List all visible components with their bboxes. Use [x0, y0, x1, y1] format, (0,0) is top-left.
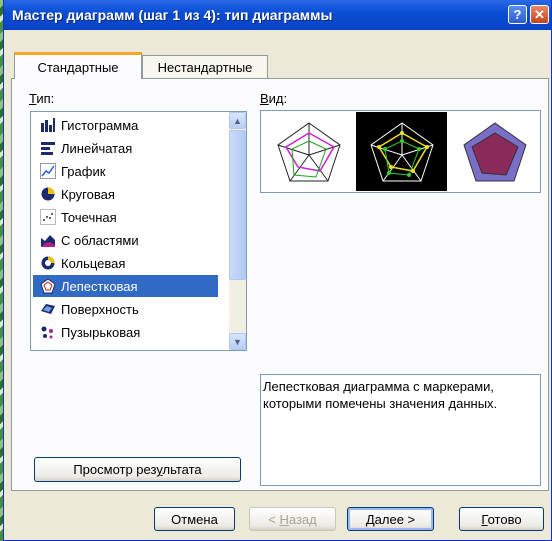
scroll-up-icon[interactable]: ▲: [229, 112, 246, 129]
list-item-label: Пузырьковая: [61, 324, 141, 340]
finish-button[interactable]: Готово: [459, 507, 544, 531]
window-title: Мастер диаграмм (шаг 1 из 4): тип диагра…: [12, 7, 333, 23]
tab-label: Стандартные: [37, 59, 119, 75]
type-label: Тип:: [29, 91, 55, 106]
list-item-label: График: [61, 163, 106, 179]
list-item[interactable]: Гистограмма: [33, 114, 218, 136]
cancel-button-label: Отмена: [171, 511, 218, 527]
list-item-label: Линейчатая: [61, 140, 133, 156]
list-item-label: Круговая: [61, 186, 115, 202]
back-button-label: < Назад: [268, 511, 317, 527]
radar-chart-icon: [39, 278, 57, 294]
doughnut-chart-icon: [39, 255, 57, 271]
radar-markers-icon: [369, 121, 434, 181]
list-item[interactable]: График: [33, 160, 218, 182]
list-item-selected[interactable]: Лепестковая: [33, 275, 218, 297]
finish-button-label: Готово: [481, 511, 522, 527]
title-bar[interactable]: Мастер диаграмм (шаг 1 из 4): тип диагра…: [4, 0, 551, 30]
next-button[interactable]: Далее >: [347, 507, 434, 531]
next-button-label: Далее >: [365, 511, 416, 527]
close-icon[interactable]: ✕: [530, 5, 549, 24]
list-scrollbar[interactable]: ▲ ▼: [229, 112, 246, 350]
view-label: Вид:: [260, 91, 288, 106]
list-item-label: Точечная: [61, 209, 117, 225]
chart-description: Лепестковая диаграмма с маркерами, котор…: [260, 374, 541, 486]
list-item[interactable]: Линейчатая: [33, 137, 218, 159]
list-item[interactable]: Точечная: [33, 206, 218, 228]
tab-label: Нестандартные: [157, 60, 253, 75]
pie-chart-icon: [39, 186, 57, 202]
list-item[interactable]: Поверхность: [33, 298, 218, 320]
list-item[interactable]: Круговая: [33, 183, 218, 205]
list-item[interactable]: Пузырьковая: [33, 321, 218, 343]
list-item[interactable]: Кольцевая: [33, 252, 218, 274]
area-chart-icon: [39, 232, 57, 248]
chart-type-list[interactable]: Гистограмма Линейчатая График Круговая Т…: [30, 111, 247, 351]
list-item[interactable]: С областями: [33, 229, 218, 251]
back-button[interactable]: < Назад: [249, 507, 336, 531]
scroll-thumb[interactable]: [229, 130, 246, 280]
chart-subtype-gallery: [260, 110, 541, 193]
list-item-label: Поверхность: [61, 301, 139, 317]
chart-wizard-dialog: Мастер диаграмм (шаг 1 из 4): тип диагра…: [3, 0, 552, 541]
line-chart-icon: [39, 163, 57, 179]
list-item-label: Кольцевая: [61, 255, 126, 271]
preview-button-label: Просмотр результата: [73, 462, 202, 477]
radar-lines-icon: [276, 121, 341, 181]
tab-standard[interactable]: Стандартные: [14, 52, 142, 79]
help-icon[interactable]: ?: [508, 5, 527, 24]
radar-subtype-option[interactable]: [263, 112, 354, 191]
column-chart-icon: [39, 117, 57, 133]
cancel-button[interactable]: Отмена: [154, 507, 235, 531]
list-item-label: Гистограмма: [61, 117, 139, 133]
surface-chart-icon: [39, 301, 57, 317]
scroll-down-icon[interactable]: ▼: [229, 333, 246, 350]
list-item-label: С областями: [61, 232, 139, 248]
preview-button[interactable]: Просмотр результата: [34, 457, 241, 482]
filled-radar-icon: [462, 121, 527, 181]
bar-chart-icon: [39, 140, 57, 156]
bubble-chart-icon: [39, 324, 57, 340]
scatter-chart-icon: [39, 209, 57, 225]
radar-markers-option-selected[interactable]: [356, 112, 447, 191]
filled-radar-option[interactable]: [449, 112, 540, 191]
list-item-label: Лепестковая: [61, 278, 138, 294]
tab-custom[interactable]: Нестандартные: [142, 55, 268, 79]
